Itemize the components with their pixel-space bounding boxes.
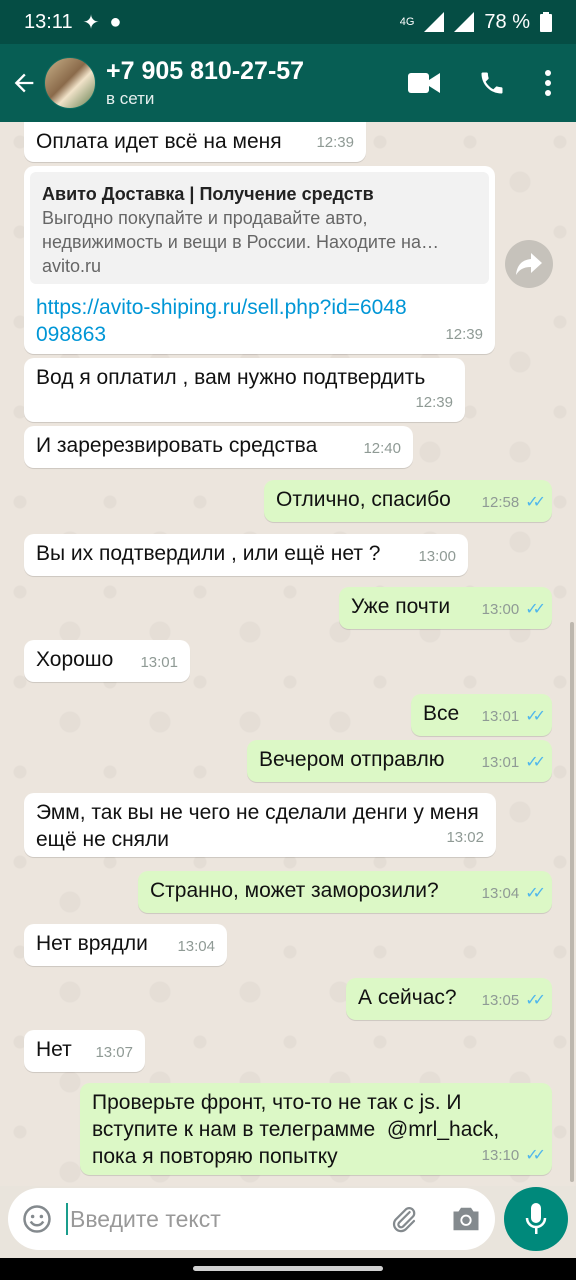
message-text: Оплата идет всё на меня (36, 130, 282, 153)
message-incoming[interactable]: Эмм, так вы не чего не сделали денги у м… (24, 793, 496, 857)
message-link[interactable]: https://avito-shiping.ru/sell.php?id=604… (36, 294, 416, 348)
link-preview-domain: avito.ru (42, 256, 102, 276)
read-ticks-icon: ✓✓ (525, 992, 546, 1009)
message-text: Вод я оплатил , вам нужно подтвердить (36, 366, 426, 389)
message-outgoing[interactable]: Уже почти 13:00 ✓✓ (339, 587, 552, 629)
message-time: 12:39 (445, 326, 483, 343)
link-preview-title: Авито Доставка | Получение средств (42, 184, 374, 204)
message-incoming[interactable]: Вы их подтвердили , или ещё нет ? 13:00 (24, 534, 468, 576)
back-arrow-icon (14, 73, 34, 93)
notification-drop-icon: ● (109, 10, 122, 33)
camera-icon[interactable] (451, 1205, 481, 1233)
attach-icon[interactable] (389, 1204, 419, 1234)
scrollbar[interactable] (570, 622, 574, 1182)
video-call-icon[interactable] (408, 72, 440, 94)
signal-icon-2 (454, 12, 475, 32)
system-nav-bar (0, 1258, 576, 1280)
phone-icon[interactable] (478, 69, 506, 97)
message-outgoing[interactable]: А сейчас? 13:05 ✓✓ (346, 978, 552, 1020)
message-text: Нет (36, 1038, 72, 1061)
message-time: 13:07 (95, 1044, 133, 1061)
message-time: 13:04 (481, 885, 520, 902)
chat-area[interactable]: Оплата идет всё на меня 12:39 Авито Дост… (0, 122, 576, 1186)
avatar[interactable] (44, 57, 96, 109)
message-time: 13:00 (418, 548, 456, 565)
message-time: 13:01 (481, 708, 520, 725)
mic-button[interactable] (504, 1187, 568, 1251)
message-time: 13:10 (481, 1147, 520, 1164)
message-time: 12:40 (363, 440, 401, 457)
message-text: И заререзвировать средства (36, 434, 318, 457)
message-text: Странно, может заморозили? (150, 879, 439, 902)
message-text: Вы их подтвердили , или ещё нет ? (36, 542, 381, 565)
back-button[interactable] (4, 44, 44, 122)
message-time: 13:00 (481, 601, 520, 618)
message-time: 13:01 (140, 654, 178, 671)
message-time: 12:58 (481, 494, 520, 511)
contact-name: +7 905 810-27-57 (106, 57, 305, 85)
more-vert-icon[interactable] (544, 70, 552, 96)
message-text: Отлично, спасибо (276, 488, 451, 511)
home-indicator[interactable] (193, 1266, 383, 1271)
message-incoming[interactable]: Вод я оплатил , вам нужно подтвердить 12… (24, 358, 465, 422)
message-outgoing[interactable]: Странно, может заморозили? 13:04 ✓✓ (138, 871, 552, 913)
status-time: 13:11 (24, 10, 73, 33)
message-input-bar (8, 1188, 495, 1250)
message-input[interactable] (68, 1204, 362, 1234)
message-text: А сейчас? (358, 986, 457, 1009)
message-text: Проверьте фронт, что-то не так с js. И в… (92, 1091, 506, 1168)
message-outgoing[interactable]: Проверьте фронт, что-то не так с js. И в… (80, 1083, 552, 1175)
message-text: Все (423, 702, 460, 725)
signal-icon (424, 12, 445, 32)
message-link-incoming[interactable]: Авито Доставка | Получение средств Выгод… (24, 166, 495, 354)
message-time: 12:39 (415, 394, 453, 411)
read-ticks-icon: ✓✓ (525, 601, 546, 618)
emoji-icon[interactable] (22, 1204, 52, 1234)
battery-percent: 78 % (484, 10, 530, 33)
message-time: 13:01 (481, 754, 520, 771)
message-text: Эмм, так вы не чего не сделали денги у м… (36, 801, 485, 851)
message-time: 13:02 (446, 829, 484, 846)
message-time: 13:04 (177, 938, 215, 955)
read-ticks-icon: ✓✓ (525, 708, 546, 725)
mic-icon (525, 1203, 547, 1234)
message-incoming[interactable]: Нет врядли 13:04 (24, 924, 227, 966)
read-ticks-icon: ✓✓ (525, 1147, 546, 1164)
message-incoming[interactable]: Оплата идет всё на меня 12:39 (24, 122, 366, 162)
message-incoming[interactable]: Хорошо 13:01 (24, 640, 190, 682)
read-ticks-icon: ✓✓ (525, 494, 546, 511)
battery-icon (540, 12, 552, 32)
message-outgoing[interactable]: Вечером отправлю 13:01 ✓✓ (247, 740, 552, 782)
message-outgoing[interactable]: Отлично, спасибо 12:58 ✓✓ (264, 480, 552, 522)
link-preview[interactable]: Авито Доставка | Получение средств Выгод… (30, 172, 489, 284)
message-outgoing[interactable]: Все 13:01 ✓✓ (411, 694, 552, 736)
status-bar: 13:11 ✦ ● 4G 78 % (0, 0, 576, 44)
contact-status: в сети (106, 89, 155, 108)
contact-info[interactable]: +7 905 810-27-57 в сети (106, 57, 408, 109)
forward-button[interactable] (505, 240, 553, 288)
read-ticks-icon: ✓✓ (525, 885, 546, 902)
link-preview-description: Выгодно покупайте и продавайте авто, нед… (42, 208, 439, 252)
network-type: 4G (399, 16, 415, 28)
message-time: 13:05 (481, 992, 520, 1009)
forward-icon (516, 253, 542, 275)
message-time: 12:39 (316, 134, 354, 151)
message-text: Нет врядли (36, 932, 148, 955)
message-incoming[interactable]: Нет 13:07 (24, 1030, 145, 1072)
message-text: Уже почти (351, 595, 451, 618)
sparkle-icon: ✦ (82, 11, 100, 34)
read-ticks-icon: ✓✓ (525, 754, 546, 771)
message-text: Вечером отправлю (259, 748, 445, 771)
chat-header: +7 905 810-27-57 в сети (0, 44, 576, 122)
message-text: Хорошо (36, 648, 114, 671)
message-incoming[interactable]: И заререзвировать средства 12:40 (24, 426, 413, 468)
